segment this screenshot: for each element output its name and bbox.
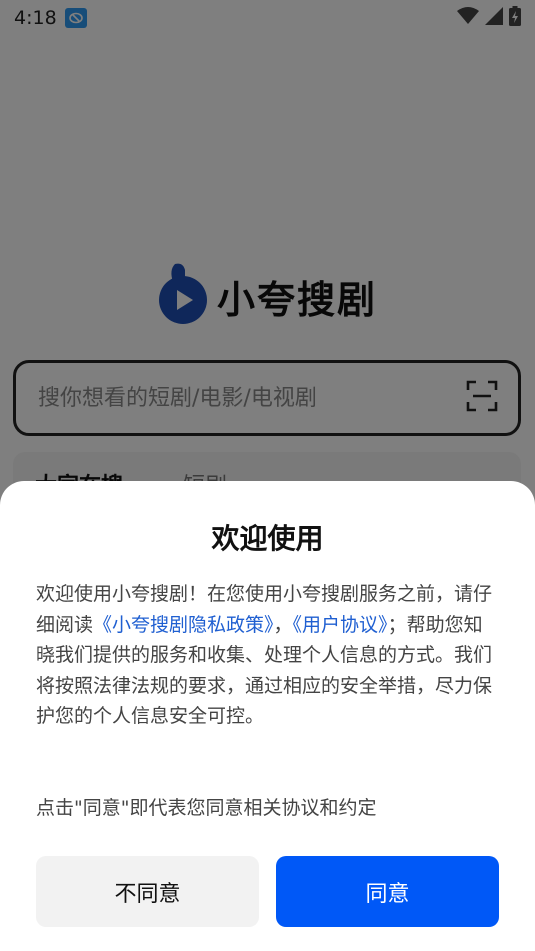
- body-separator: ，: [273, 613, 293, 636]
- agree-button[interactable]: 同意: [276, 856, 499, 927]
- dialog-title: 欢迎使用: [211, 522, 324, 555]
- decline-button[interactable]: 不同意: [36, 856, 259, 927]
- privacy-dialog: 欢迎使用 欢迎使用小夸搜剧！在您使用小夸搜剧服务之前，请仔细阅读《小夸搜剧隐私政…: [0, 481, 535, 951]
- screen: 4:18: [0, 0, 535, 951]
- privacy-policy-link[interactable]: 《小夸搜剧隐私政策》: [93, 614, 274, 636]
- user-agreement-link[interactable]: 《用户协议》: [293, 614, 388, 636]
- consent-note: 点击"同意"即代表您同意相关协议和约定: [36, 797, 377, 819]
- dialog-body: 欢迎使用小夸搜剧！在您使用小夸搜剧服务之前，请仔细阅读《小夸搜剧隐私政策》，《用…: [36, 579, 499, 732]
